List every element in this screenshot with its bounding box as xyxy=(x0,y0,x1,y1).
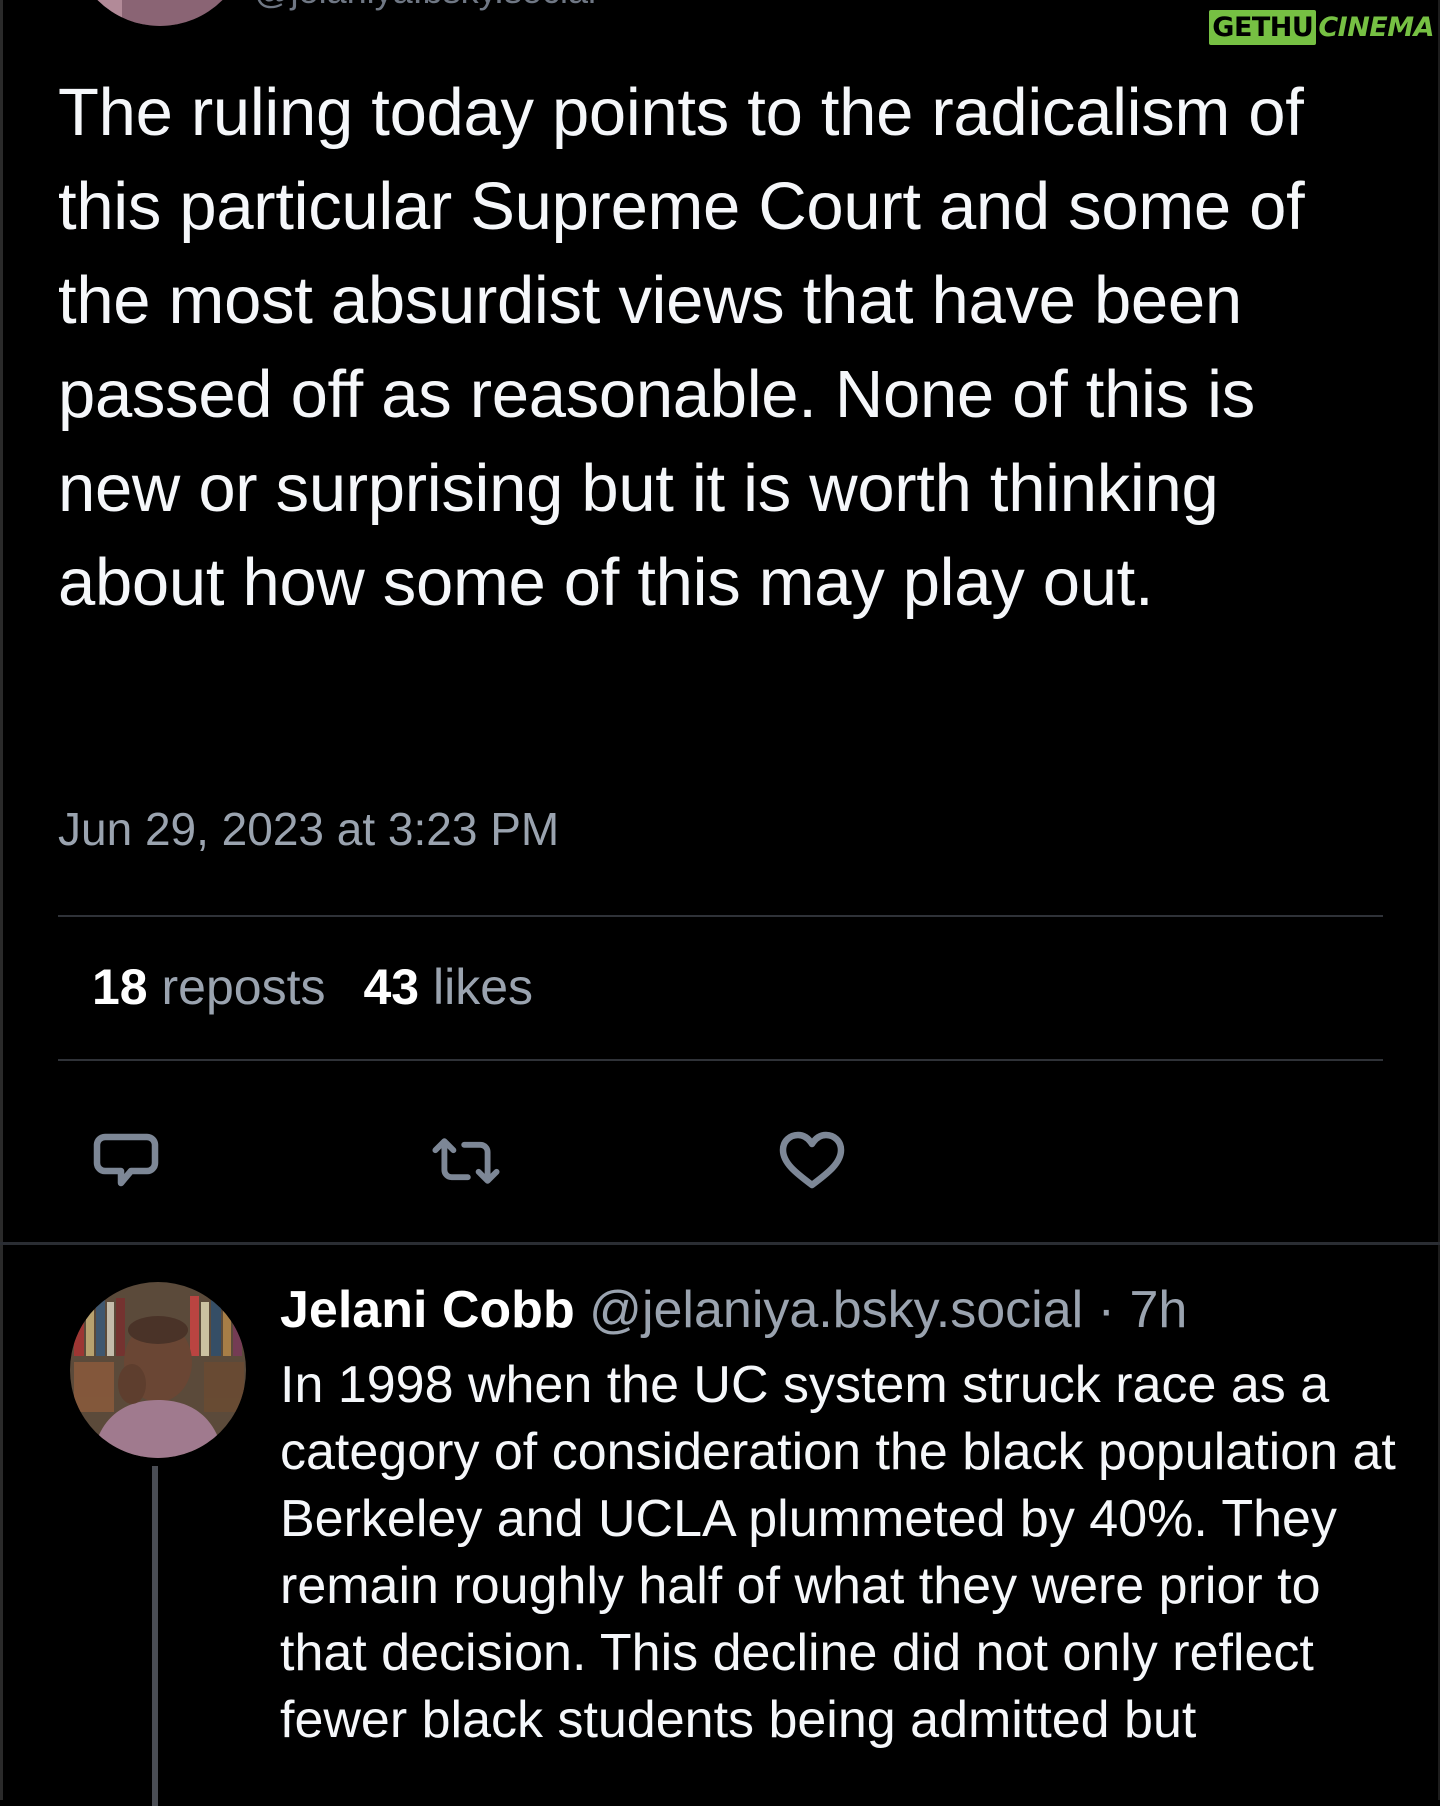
section-divider xyxy=(0,1242,1440,1245)
watermark-part-a: GETHU xyxy=(1209,10,1317,45)
divider-bottom xyxy=(58,1059,1383,1061)
likes-stat[interactable]: 43 likes xyxy=(364,958,534,1016)
reposts-label: reposts xyxy=(161,959,326,1015)
post-stats: 18 reposts 43 likes xyxy=(92,958,571,1016)
like-button[interactable] xyxy=(776,1125,848,1197)
reply-separator: · xyxy=(1097,1281,1115,1339)
reply-author-handle[interactable]: @jelaniya.bsky.social xyxy=(589,1281,1083,1339)
reply-icon xyxy=(93,1133,159,1187)
thread-connector-line xyxy=(152,1466,158,1806)
avatar-image xyxy=(72,0,248,26)
watermark-part-b: CINEMA xyxy=(1318,12,1434,43)
heart-icon xyxy=(779,1131,845,1189)
author-avatar[interactable] xyxy=(72,0,248,26)
reply-button[interactable] xyxy=(90,1125,162,1197)
window-left-edge xyxy=(0,0,3,1800)
avatar-image xyxy=(70,1282,246,1458)
repost-icon xyxy=(432,1138,500,1184)
reposts-count: 18 xyxy=(92,959,148,1015)
reply-author-avatar[interactable] xyxy=(70,1282,246,1458)
likes-count: 43 xyxy=(363,959,420,1015)
divider-top xyxy=(58,915,1383,917)
watermark-logo: GETHU CINEMA xyxy=(1209,10,1434,45)
likes-label: likes xyxy=(433,959,534,1015)
reply-body-text: In 1998 when the UC system struck race a… xyxy=(280,1356,1396,1749)
author-handle[interactable]: @jelaniya.bsky.social xyxy=(254,0,596,12)
repost-button[interactable] xyxy=(430,1125,502,1197)
post-timestamp: Jun 29, 2023 at 3:23 PM xyxy=(58,803,560,855)
reply-header: Jelani Cobb @jelaniya.bsky.social · 7h xyxy=(280,1280,1187,1340)
post-body-text: The ruling today points to the radicalis… xyxy=(58,75,1305,620)
reply-author-name[interactable]: Jelani Cobb xyxy=(280,1281,575,1339)
reposts-stat[interactable]: 18 reposts xyxy=(92,958,326,1016)
reply-time[interactable]: 7h xyxy=(1129,1281,1187,1339)
